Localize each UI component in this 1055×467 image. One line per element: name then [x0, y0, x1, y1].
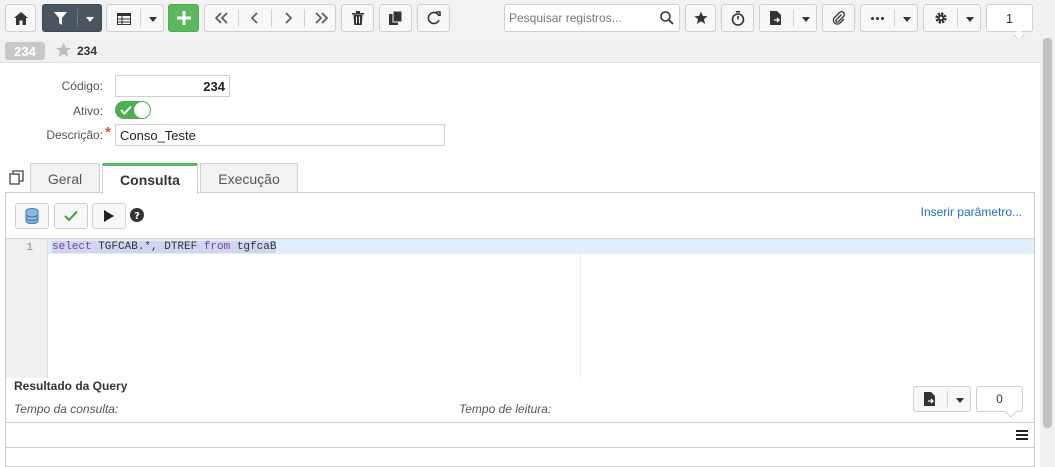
- previous-record-button[interactable]: [238, 5, 271, 31]
- refresh-icon: [427, 11, 441, 25]
- table-icon: [117, 13, 131, 25]
- refresh-button[interactable]: [417, 4, 450, 32]
- columns-menu-icon[interactable]: [1016, 430, 1028, 440]
- play-icon: [104, 210, 114, 222]
- copy-icon[interactable]: [9, 170, 24, 185]
- page-number-input[interactable]: 1: [986, 4, 1033, 32]
- print-margin: [580, 254, 581, 378]
- svg-text:?: ?: [134, 211, 140, 222]
- check-icon: [120, 105, 132, 115]
- attachment-button[interactable]: [822, 4, 855, 32]
- stopwatch-icon: [731, 10, 744, 26]
- tab-consulta[interactable]: Consulta: [102, 163, 198, 194]
- double-chevron-right-icon: [314, 12, 328, 24]
- consulta-panel: ? Inserir parâmetro... 1 select TGFCAB.*…: [5, 192, 1035, 467]
- more-dots-icon: [871, 17, 884, 20]
- line-number: 1: [26, 242, 33, 254]
- result-export-button[interactable]: [913, 386, 971, 412]
- filter-icon: [54, 12, 67, 25]
- delete-button[interactable]: [341, 4, 374, 32]
- more-actions-button[interactable]: [860, 4, 918, 32]
- sql-code-fields: TGFCAB.*, DTREF: [91, 241, 204, 253]
- codigo-label: Código:: [61, 79, 103, 93]
- ativo-label: Ativo:: [72, 104, 103, 118]
- editor-gutter: 1: [6, 239, 48, 378]
- database-button[interactable]: [15, 203, 49, 229]
- paperclip-icon: [832, 11, 845, 25]
- gear-icon: [935, 12, 947, 24]
- trash-icon: [351, 11, 364, 25]
- first-record-button[interactable]: [205, 5, 238, 31]
- search-box: [504, 4, 680, 32]
- result-grid[interactable]: [6, 422, 1034, 448]
- required-mark: *: [105, 124, 111, 141]
- tab-execucao[interactable]: Execução: [200, 163, 298, 193]
- home-icon: [13, 11, 28, 25]
- record-title: 234: [77, 44, 98, 58]
- home-button[interactable]: [5, 4, 36, 32]
- check-icon: [64, 210, 78, 222]
- duplicate-button[interactable]: [379, 4, 412, 32]
- sql-editor[interactable]: 1 select TGFCAB.*, DTREF from tgfcaB: [6, 238, 1034, 378]
- main-toolbar: 1: [0, 0, 1040, 41]
- sql-keyword-from: from: [203, 241, 231, 253]
- chevron-right-icon: [284, 12, 292, 24]
- grid-view-button[interactable]: [106, 4, 164, 32]
- chevron-down-icon: [86, 17, 94, 22]
- read-time-label: Tempo de leitura:: [459, 402, 552, 416]
- chevron-down-icon: [802, 17, 810, 22]
- double-chevron-left-icon: [214, 12, 228, 24]
- app-window: 1 234 234 Código: Ativo: Descrição: * Ge…: [0, 0, 1055, 467]
- codigo-field[interactable]: [115, 75, 230, 97]
- tab-geral[interactable]: Geral: [30, 163, 100, 193]
- search-input[interactable]: [505, 5, 655, 31]
- insert-parameter-link[interactable]: Inserir parâmetro...: [921, 205, 1022, 219]
- favorite-button[interactable]: [685, 4, 716, 32]
- star-icon: [693, 11, 708, 24]
- export-button[interactable]: [759, 4, 817, 32]
- database-icon: [25, 208, 39, 224]
- help-icon[interactable]: ?: [130, 208, 144, 222]
- last-record-button[interactable]: [304, 5, 337, 31]
- chevron-left-icon: [250, 12, 258, 24]
- run-query-button[interactable]: [92, 203, 126, 229]
- sql-code-line: select TGFCAB.*, DTREF from tgfcaB: [52, 241, 277, 253]
- query-time-label: Tempo da consulta:: [14, 402, 119, 416]
- chevron-down-icon: [966, 17, 974, 22]
- star-icon[interactable]: [55, 42, 72, 58]
- descricao-label: Descrição:: [46, 128, 103, 142]
- next-record-button[interactable]: [271, 5, 304, 31]
- settings-button[interactable]: [923, 4, 981, 32]
- descricao-field[interactable]: [115, 124, 445, 146]
- chevron-down-icon: [903, 17, 911, 22]
- file-export-icon: [924, 392, 935, 406]
- plus-icon: [176, 11, 191, 25]
- result-title: Resultado da Query: [14, 379, 128, 393]
- page-scrollbar[interactable]: [1040, 0, 1055, 467]
- timer-button[interactable]: [721, 4, 754, 32]
- record-id-badge: 234: [5, 42, 45, 60]
- record-header: 234 234: [0, 38, 1040, 63]
- result-row-count: 0: [976, 386, 1023, 412]
- sql-keyword-select: select: [52, 241, 92, 253]
- chevron-down-icon: [149, 17, 157, 22]
- scrollbar-thumb[interactable]: [1043, 38, 1052, 428]
- file-export-icon: [770, 11, 781, 25]
- sql-code-table: tgfcaB: [230, 241, 277, 253]
- record-navigation: [204, 4, 336, 32]
- toggle-knob: [134, 102, 150, 118]
- filter-button[interactable]: [42, 4, 102, 32]
- validate-button[interactable]: [54, 203, 88, 229]
- copy-icon: [388, 11, 402, 25]
- add-record-button[interactable]: [168, 4, 199, 32]
- search-icon[interactable]: [660, 11, 674, 25]
- ativo-toggle[interactable]: [115, 101, 151, 119]
- chevron-down-icon: [956, 398, 964, 403]
